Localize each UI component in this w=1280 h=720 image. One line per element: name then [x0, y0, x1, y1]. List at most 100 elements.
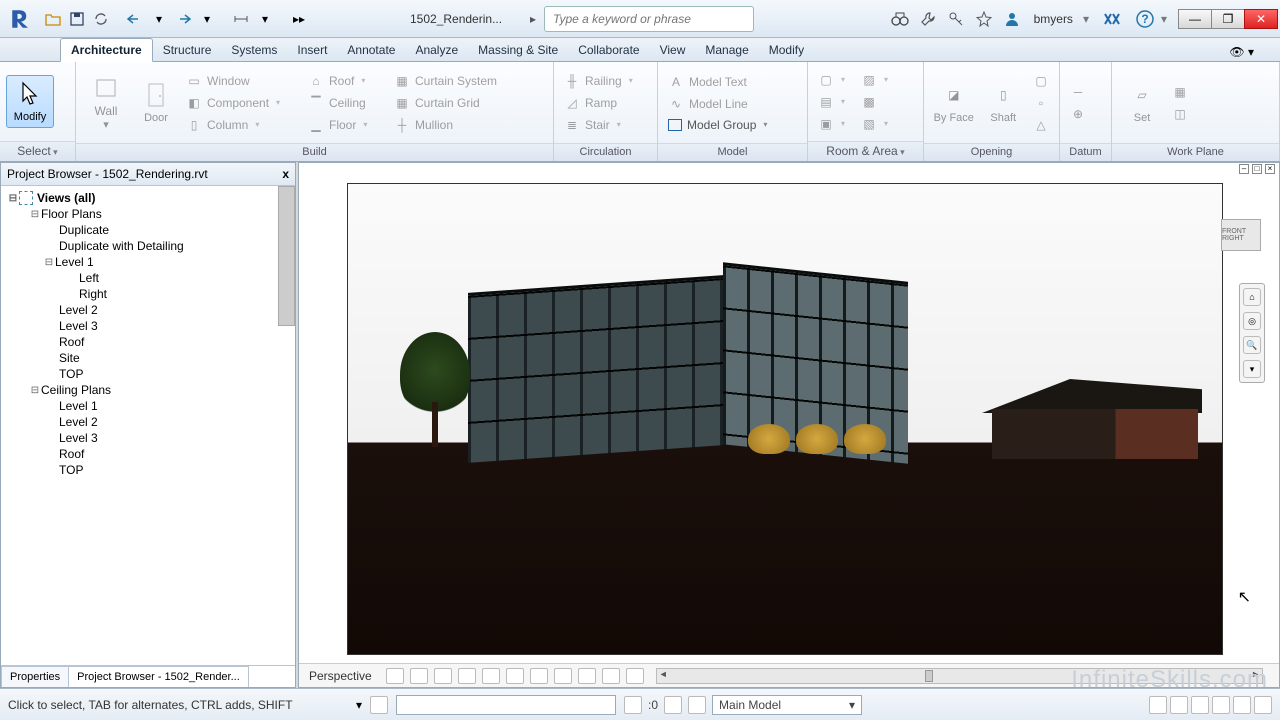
stair-button[interactable]: ≣Stair▾	[560, 115, 637, 135]
roof-button[interactable]: ⌂Roof▾	[304, 71, 388, 91]
maximize-button[interactable]: ❐	[1211, 9, 1245, 29]
model-line-button[interactable]: ∿Model Line	[664, 94, 771, 114]
tree-item[interactable]: TOP	[1, 366, 295, 382]
exchange-icon[interactable]	[1099, 7, 1123, 31]
tree-item[interactable]: Level 1	[1, 398, 295, 414]
dormer-button[interactable]: △	[1029, 115, 1053, 135]
floor-button[interactable]: ▁Floor▾	[304, 115, 388, 135]
design-option-selector[interactable]: Main Model▾	[712, 695, 862, 715]
vc-detail-icon[interactable]	[410, 668, 428, 684]
nav-wheel-icon[interactable]: ◎	[1243, 312, 1261, 330]
vc-prop-icon[interactable]	[626, 668, 644, 684]
railing-button[interactable]: ╫Railing▾	[560, 71, 637, 91]
tab-collaborate[interactable]: Collaborate	[568, 39, 649, 61]
sb-icon-5[interactable]	[1233, 696, 1251, 714]
search-input[interactable]	[544, 6, 754, 32]
chevron-down-icon[interactable]: ▾	[196, 8, 218, 30]
sb-icon-6[interactable]	[1254, 696, 1272, 714]
app-logo[interactable]	[4, 2, 38, 36]
panel-room-title[interactable]: Room & Area	[826, 144, 904, 158]
grid-button[interactable]: ⊕	[1066, 104, 1090, 124]
user-icon[interactable]	[1000, 7, 1024, 31]
tree-item[interactable]: Level 2	[1, 414, 295, 430]
nav-zoom-icon[interactable]: 🔍	[1243, 336, 1261, 354]
model-text-button[interactable]: AModel Text	[664, 72, 771, 92]
chevron-down-icon[interactable]: ▾	[254, 8, 276, 30]
tree-item[interactable]: Roof	[1, 334, 295, 350]
level-button[interactable]: ─	[1066, 82, 1090, 102]
view-min-icon[interactable]: ‒	[1239, 164, 1249, 174]
set-button[interactable]: ▱Set	[1118, 77, 1166, 128]
tree-item[interactable]: Level 3	[1, 430, 295, 446]
tree-item[interactable]: TOP	[1, 462, 295, 478]
mullion-button[interactable]: ┼Mullion	[390, 115, 518, 135]
ramp-button[interactable]: ◿Ramp	[560, 93, 637, 113]
tab-properties[interactable]: Properties	[1, 666, 69, 687]
status-dropdown-icon[interactable]: ▾	[356, 698, 362, 712]
ref-plane-button[interactable]: ◫	[1168, 104, 1192, 124]
byface-button[interactable]: ◪By Face	[930, 77, 978, 128]
vc-crop-icon[interactable]	[530, 668, 548, 684]
recent-docs-dropdown[interactable]: ▸	[530, 12, 536, 26]
collapse-icon[interactable]: ⊟	[7, 193, 19, 204]
minimize-button[interactable]: —	[1178, 9, 1212, 29]
vc-style-icon[interactable]	[434, 668, 452, 684]
save-icon[interactable]	[66, 8, 88, 30]
curtain-grid-button[interactable]: ▦Curtain Grid	[390, 93, 518, 113]
redo-icon[interactable]	[172, 8, 194, 30]
wall-button[interactable]: Wall▾	[82, 70, 130, 134]
vc-lock-icon[interactable]	[554, 668, 572, 684]
tree-item[interactable]: Level 3	[1, 318, 295, 334]
measure-icon[interactable]	[230, 8, 252, 30]
3d-canvas[interactable]	[347, 183, 1223, 655]
more-icon[interactable]: ▸▸	[288, 8, 310, 30]
tree-item[interactable]: Left	[1, 270, 295, 286]
filter-icon[interactable]	[664, 696, 682, 714]
tab-systems[interactable]: Systems	[221, 39, 287, 61]
room-tag-button[interactable]: ▣▾	[814, 114, 849, 134]
tree-item[interactable]: Level 2	[1, 302, 295, 318]
collapse-icon[interactable]: ⊟	[29, 385, 41, 396]
close-button[interactable]: ✕	[1244, 9, 1278, 29]
tree-item[interactable]: Site	[1, 350, 295, 366]
tab-insert[interactable]: Insert	[287, 39, 337, 61]
nav-home-icon[interactable]: ⌂	[1243, 288, 1261, 306]
key-icon[interactable]	[944, 7, 968, 31]
sb-icon-4[interactable]	[1212, 696, 1230, 714]
tab-project-browser[interactable]: Project Browser - 1502_Render...	[68, 666, 249, 687]
window-button[interactable]: ▭Window	[182, 71, 302, 91]
tab-modify[interactable]: Modify	[759, 39, 814, 61]
vc-scale-icon[interactable]	[386, 668, 404, 684]
user-name[interactable]: bmyers	[1034, 12, 1073, 26]
tree-item[interactable]: Duplicate with Detailing	[1, 238, 295, 254]
modify-button[interactable]: Modify	[6, 75, 54, 128]
tree-item[interactable]: Roof	[1, 446, 295, 462]
room-button[interactable]: ▢▾	[814, 70, 849, 90]
sb-icon-3[interactable]	[1191, 696, 1209, 714]
tab-massing[interactable]: Massing & Site	[468, 39, 568, 61]
help-icon[interactable]: ?	[1133, 7, 1157, 31]
tab-analyze[interactable]: Analyze	[405, 39, 468, 61]
open-icon[interactable]	[42, 8, 64, 30]
door-button[interactable]: Door	[132, 77, 180, 128]
vc-sun-icon[interactable]	[458, 668, 476, 684]
view-max-icon[interactable]: □	[1252, 164, 1262, 174]
collapse-icon[interactable]: ⊟	[43, 257, 55, 268]
vc-shadow-icon[interactable]	[482, 668, 500, 684]
column-button[interactable]: ▯Column▾	[182, 115, 302, 135]
horizontal-scrollbar[interactable]	[656, 668, 1263, 684]
view-close-icon[interactable]: ×	[1265, 164, 1275, 174]
wrench-icon[interactable]	[916, 7, 940, 31]
worksets-icon[interactable]	[370, 696, 388, 714]
user-dropdown[interactable]: ▾	[1083, 12, 1089, 26]
sb-icon-1[interactable]	[1149, 696, 1167, 714]
ceiling-button[interactable]: ▔Ceiling	[304, 93, 388, 113]
scrollbar-thumb[interactable]	[278, 186, 295, 326]
wall-opening-button[interactable]: ▢	[1029, 71, 1053, 91]
component-button[interactable]: ◧Component▾	[182, 93, 302, 113]
chevron-down-icon[interactable]: ▾	[148, 8, 170, 30]
vertical-opening-button[interactable]: ▫	[1029, 93, 1053, 113]
panel-select-title[interactable]: Select	[17, 144, 57, 158]
undo-icon[interactable]	[124, 8, 146, 30]
design-options-icon[interactable]	[688, 696, 706, 714]
